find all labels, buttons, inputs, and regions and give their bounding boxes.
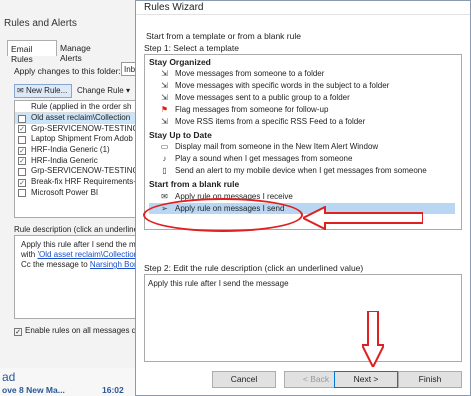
rule-description-line: Cc the message to Narsingh Bon <box>21 260 143 270</box>
wizard-title: Rules Wizard <box>144 2 204 13</box>
move-folder-icon: ⇲ <box>161 93 168 102</box>
template-new-item-alert[interactable]: ▭ Display mail from someone in the New It… <box>149 141 455 152</box>
rule-row[interactable]: ✓ HRF-India Generic (1) <box>15 145 149 156</box>
rule-name: Old asset reclaim\Collection <box>31 113 131 122</box>
rule-name: Grp-SERVICENOW-TESTING <box>31 166 139 176</box>
wizard-rule-description-text: Apply this rule after I send the message <box>148 279 289 288</box>
group-stay-organized: Stay Organized <box>149 57 211 67</box>
rule-checkbox[interactable] <box>18 189 26 198</box>
rule-description-line: with 'Old asset reclaim\Collection <box>21 250 143 260</box>
template-move-from-someone[interactable]: ⇲ Move messages from someone to a folder <box>149 68 455 79</box>
wizard-button-bar: Cancel < Back Next > Finish <box>136 369 470 396</box>
template-label: Move messages with specific words in the… <box>175 81 390 90</box>
rule-row[interactable]: ✓ Break-fix HRF Requirements- <box>15 177 149 188</box>
outlook-background-text: ad <box>2 370 16 384</box>
rule-name: Laptop Shipment From Adob <box>31 134 133 144</box>
rules-and-alerts-title: Rules and Alerts <box>4 18 77 29</box>
rule-name: HRF-India Generic <box>31 155 98 165</box>
template-label: Play a sound when I get messages from so… <box>175 154 353 163</box>
outlook-background-time: 16:02 <box>102 385 124 395</box>
rule-description-text: Cc the message to <box>21 260 90 269</box>
envelope-receive-icon: ✉ <box>161 192 168 201</box>
rule-checkbox[interactable] <box>18 135 26 144</box>
rules-list: Rule (applied in the order sh Old asset … <box>14 100 150 218</box>
rule-row[interactable]: Laptop Shipment From Adob <box>15 134 149 145</box>
rules-list-header: Rule (applied in the order sh <box>15 101 149 113</box>
alert-window-icon: ▭ <box>160 142 169 151</box>
rule-description-line: Apply this rule after I send the m <box>21 240 136 249</box>
tab-manage-alerts[interactable]: Manage Alerts <box>57 40 117 63</box>
new-rule-icon: ✉ <box>17 86 24 95</box>
sound-icon: ♪ <box>162 154 167 163</box>
rules-tabs: Email Rules Manage Alerts <box>7 40 147 64</box>
step1-label: Step 1: Select a template <box>144 43 239 53</box>
rule-row[interactable]: ✓ Grp-SERVICENOW-TESTING <box>15 124 149 135</box>
annotation-arrow-left <box>303 206 423 230</box>
template-play-sound[interactable]: ♪ Play a sound when I get messages from s… <box>149 153 455 164</box>
wizard-start-text: Start from a template or from a blank ru… <box>146 31 301 41</box>
template-label: Move messages sent to a public group to … <box>175 93 350 102</box>
annotation-ellipse <box>143 198 303 232</box>
rule-name: Grp-SERVICENOW-TESTING <box>31 123 139 133</box>
change-rule-label: Change Rule <box>77 86 124 95</box>
rule-row[interactable]: ✓ HRF-India Generic <box>15 156 149 167</box>
group-blank-rule: Start from a blank rule <box>149 179 240 189</box>
new-rule-label: New Rule... <box>25 86 68 95</box>
rule-description-label: Rule description (click an underlined <box>14 225 143 234</box>
finish-button[interactable]: Finish <box>398 371 462 388</box>
cancel-button[interactable]: Cancel <box>212 371 276 388</box>
rule-description-text: with <box>21 250 38 259</box>
template-flag-followup[interactable]: ⚑ Flag messages from someone for follow-u… <box>149 104 455 115</box>
checkbox-icon: ✓ <box>14 328 22 336</box>
template-label: Display mail from someone in the New Ite… <box>175 142 379 151</box>
rule-checkbox[interactable]: ✓ <box>18 146 26 155</box>
rule-checkbox[interactable]: ✓ <box>18 157 26 166</box>
rule-checkbox[interactable]: ✓ <box>18 178 26 187</box>
rule-checkbox[interactable] <box>18 167 26 176</box>
new-rule-button[interactable]: ✉ New Rule... <box>14 84 72 98</box>
chevron-down-icon: ▾ <box>125 86 130 95</box>
rule-row[interactable]: Microsoft Power BI <box>15 188 149 199</box>
mobile-device-icon: ▯ <box>162 166 167 175</box>
step2-label: Step 2: Edit the rule description (click… <box>144 263 364 273</box>
template-move-public-group[interactable]: ⇲ Move messages sent to a public group to… <box>149 92 455 103</box>
rule-row[interactable]: Grp-SERVICENOW-TESTING <box>15 166 149 177</box>
rule-checkbox[interactable]: ✓ <box>18 125 26 134</box>
outlook-background-message: ove 8 New Ma... <box>2 385 65 395</box>
template-label: Send an alert to my mobile device when I… <box>175 166 427 175</box>
move-folder-icon: ⇲ <box>161 117 168 126</box>
apply-folder-label: Apply changes to this folder: <box>14 66 121 76</box>
enable-rules-checkbox[interactable]: ✓ Enable rules on all messages do <box>14 326 141 336</box>
move-folder-icon: ⇲ <box>161 69 168 78</box>
rule-name: Microsoft Power BI <box>31 187 99 197</box>
rule-recipient-link[interactable]: Narsingh Bon <box>90 260 138 269</box>
flag-icon: ⚑ <box>160 105 169 114</box>
template-move-words-subject[interactable]: ⇲ Move messages with specific words in th… <box>149 80 455 91</box>
tab-email-rules[interactable]: Email Rules <box>7 40 57 64</box>
template-mobile-alert[interactable]: ▯ Send an alert to my mobile device when … <box>149 165 455 176</box>
group-stay-up-to-date: Stay Up to Date <box>149 130 212 140</box>
rule-folder-link[interactable]: 'Old asset reclaim\Collection <box>37 250 138 259</box>
rules-and-alerts-dialog: Rules and Alerts Email Rules Manage Aler… <box>0 0 151 396</box>
annotation-arrow-down <box>362 311 384 367</box>
template-label: Move messages from someone to a folder <box>175 69 325 78</box>
rule-name: HRF-India Generic (1) <box>31 145 110 155</box>
rules-toolbar: ✉ New Rule... Change Rule ▾ <box>14 84 150 98</box>
change-rule-button[interactable]: Change Rule ▾ <box>77 86 130 95</box>
rules-wizard-dialog: Rules Wizard Start from a template or fr… <box>135 0 471 396</box>
rule-row[interactable]: Old asset reclaim\Collection <box>15 113 149 124</box>
wizard-titlebar: Rules Wizard <box>136 1 470 15</box>
move-folder-icon: ⇲ <box>161 81 168 90</box>
rule-checkbox[interactable] <box>18 114 26 123</box>
wizard-rule-description: Apply this rule after I send the message <box>144 274 462 362</box>
rule-name: Break-fix HRF Requirements- <box>31 177 136 187</box>
template-label: Move RSS items from a specific RSS Feed … <box>175 117 366 126</box>
enable-rules-label: Enable rules on all messages do <box>25 326 141 335</box>
template-move-rss[interactable]: ⇲ Move RSS items from a specific RSS Feed… <box>149 116 455 127</box>
next-button[interactable]: Next > <box>334 371 398 388</box>
rule-description-box: Apply this rule after I send the m with … <box>14 235 150 319</box>
template-label: Flag messages from someone for follow-up <box>175 105 329 114</box>
